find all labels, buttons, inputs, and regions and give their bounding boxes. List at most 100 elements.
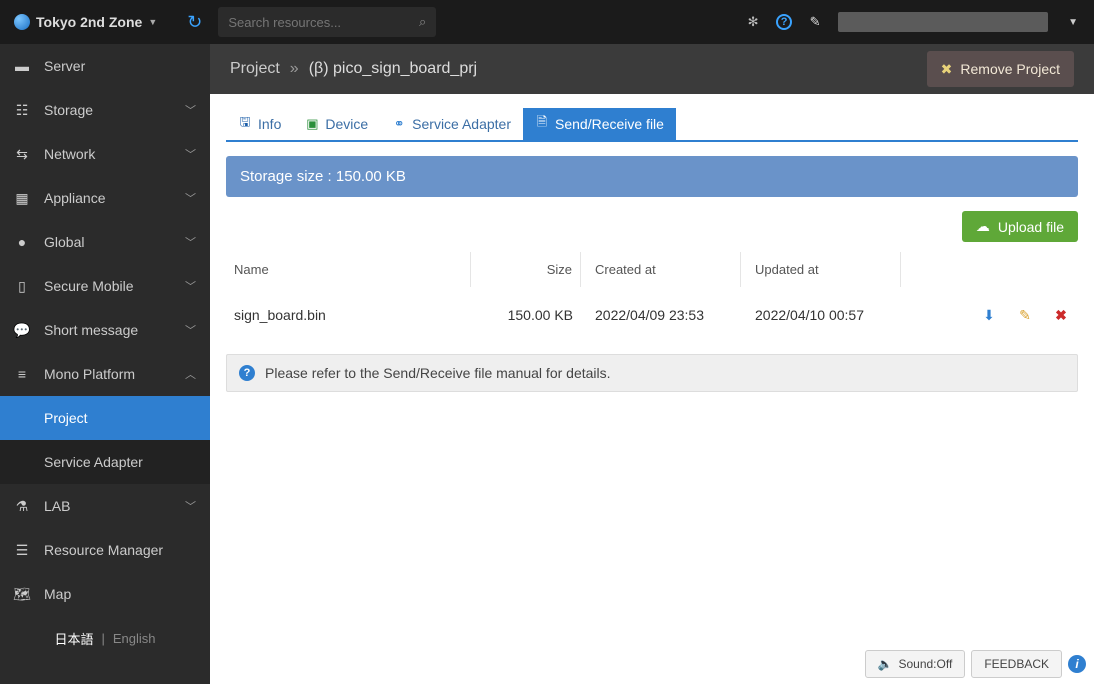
sidebar-item-map[interactable]: 🗺 Map bbox=[0, 572, 210, 616]
sidebar-item-server[interactable]: ▬ Server bbox=[0, 44, 210, 88]
gear-icon[interactable]: ✻ bbox=[744, 13, 762, 31]
storage-icon: ☷ bbox=[14, 102, 30, 118]
account-indicator[interactable] bbox=[838, 12, 1048, 32]
map-icon: 🗺 bbox=[14, 586, 30, 602]
breadcrumb-bar: Project » (β) pico_sign_board_prj ✖ Remo… bbox=[210, 44, 1094, 94]
sidebar-subitem-service-adapter[interactable]: Service Adapter bbox=[0, 440, 210, 484]
global-icon: ● bbox=[14, 234, 30, 250]
sidebar-item-label: Server bbox=[44, 58, 196, 74]
zone-label: Tokyo 2nd Zone bbox=[36, 14, 142, 30]
chevron-down-icon: ﹀ bbox=[185, 234, 196, 250]
sidebar-item-label: LAB bbox=[44, 498, 171, 514]
col-name[interactable]: Name bbox=[226, 252, 471, 287]
sidebar-item-mono-platform[interactable]: ≡Mono Platform︿ bbox=[0, 352, 210, 396]
search-input[interactable] bbox=[228, 15, 419, 30]
globe-icon bbox=[14, 14, 30, 30]
tab-label: Device bbox=[325, 116, 368, 132]
caret-down-icon: ▼ bbox=[148, 17, 157, 27]
sound-toggle-button[interactable]: 🔈 Sound:Off bbox=[865, 650, 966, 678]
upload-file-button[interactable]: ☁ Upload file bbox=[962, 211, 1078, 242]
feedback-button[interactable]: FEEDBACK bbox=[971, 650, 1062, 678]
cloud-upload-icon: ☁ bbox=[976, 218, 990, 235]
lang-en[interactable]: English bbox=[113, 631, 156, 646]
top-bar: Tokyo 2nd Zone ▼ ↻ ⌕ ✻ ? ✎ ▼ bbox=[0, 0, 1094, 44]
info-tab-icon: 🖫 bbox=[238, 117, 252, 131]
lab-icon: ⚗ bbox=[14, 498, 30, 514]
info-text: Please refer to the Send/Receive file ma… bbox=[265, 365, 611, 381]
tab-label: Info bbox=[258, 116, 281, 132]
sidebar-item-short-message[interactable]: 💬Short message﹀ bbox=[0, 308, 210, 352]
chevron-up-icon: ︿ bbox=[185, 366, 196, 382]
breadcrumb-current: (β) pico_sign_board_prj bbox=[309, 60, 477, 78]
sidebar-item-global[interactable]: ● Global ﹀ bbox=[0, 220, 210, 264]
help-icon[interactable]: ? bbox=[776, 14, 792, 30]
sidebar-item-label: Storage bbox=[44, 102, 171, 118]
sidebar-item-appliance[interactable]: ▦Appliance﹀ bbox=[0, 176, 210, 220]
remove-label: Remove Project bbox=[960, 61, 1060, 77]
tabs: 🖫 Info ▣ Device ⚭ Service Adapter 🗎 Send/Receiv… bbox=[226, 108, 1078, 142]
table-row: sign_board.bin150.00 KB2022/04/09 23:532… bbox=[226, 287, 1078, 342]
upload-label: Upload file bbox=[998, 219, 1064, 235]
tab-device[interactable]: ▣ Device bbox=[293, 108, 380, 140]
sidebar-item-secure-mobile[interactable]: ▯ Secure Mobile ﹀ bbox=[0, 264, 210, 308]
sidebar-item-label: Resource Manager bbox=[44, 542, 196, 558]
sidebar-item-label: Short message bbox=[44, 322, 171, 338]
feather-icon[interactable]: ✎ bbox=[806, 13, 824, 31]
tab-label: Service Adapter bbox=[412, 116, 511, 132]
chevron-down-icon: ﹀ bbox=[185, 146, 196, 162]
breadcrumb-root[interactable]: Project bbox=[230, 60, 280, 78]
col-created[interactable]: Created at bbox=[581, 252, 741, 287]
remove-project-button[interactable]: ✖ Remove Project bbox=[927, 51, 1074, 87]
edit-icon[interactable]: ✎ bbox=[1016, 306, 1034, 324]
col-size[interactable]: Size bbox=[471, 252, 581, 287]
zone-selector[interactable]: Tokyo 2nd Zone ▼ bbox=[0, 14, 171, 30]
account-caret-icon: ▼ bbox=[1068, 17, 1078, 28]
network-icon: ⇆ bbox=[14, 146, 30, 162]
mono-platform-icon: ≡ bbox=[14, 366, 30, 382]
info-box: ? Please refer to the Send/Receive file … bbox=[226, 354, 1078, 392]
chevron-down-icon: ﹀ bbox=[185, 278, 196, 294]
tab-service-adapter[interactable]: ⚭ Service Adapter bbox=[380, 108, 523, 140]
resource-manager-icon: ☰ bbox=[14, 542, 30, 558]
sidebar-item-storage[interactable]: ☷ Storage ﹀ bbox=[0, 88, 210, 132]
file-tab-icon: 🗎 bbox=[535, 117, 549, 131]
col-updated[interactable]: Updated at bbox=[741, 252, 901, 287]
chevron-down-icon: ﹀ bbox=[185, 498, 196, 514]
short-message-icon: 💬 bbox=[14, 322, 30, 338]
info-button[interactable]: i bbox=[1068, 655, 1086, 673]
chevron-down-icon: ﹀ bbox=[185, 102, 196, 118]
lang-jp[interactable]: 日本語 bbox=[54, 629, 93, 648]
cell-size: 150.00 KB bbox=[471, 299, 581, 331]
storage-size-banner: Storage size : 150.00 KB bbox=[226, 156, 1078, 197]
bottom-bar: 🔈 Sound:Off FEEDBACK i bbox=[865, 650, 1086, 678]
tab-send-receive-file[interactable]: 🗎 Send/Receive file bbox=[523, 108, 676, 140]
refresh-button[interactable]: ↻ bbox=[171, 12, 218, 33]
sidebar-item-resource-manager[interactable]: ☰ Resource Manager bbox=[0, 528, 210, 572]
info-icon: ? bbox=[239, 365, 255, 381]
sidebar-item-network[interactable]: ⇆Network﹀ bbox=[0, 132, 210, 176]
cell-name: sign_board.bin bbox=[226, 299, 471, 331]
tab-label: Send/Receive file bbox=[555, 116, 664, 132]
sidebar-item-lab[interactable]: ⚗ LAB ﹀ bbox=[0, 484, 210, 528]
sidebar-item-label: Global bbox=[44, 234, 171, 250]
secure-mobile-icon: ▯ bbox=[14, 278, 30, 294]
files-table: Name Size Created at Updated at sign_boa… bbox=[226, 252, 1078, 342]
col-actions bbox=[901, 260, 1078, 280]
sidebar-subitem-project[interactable]: Project bbox=[0, 396, 210, 440]
content-area: Project » (β) pico_sign_board_prj ✖ Remo… bbox=[210, 44, 1094, 684]
download-icon[interactable]: ⬇ bbox=[980, 306, 998, 324]
sidebar-item-label: Secure Mobile bbox=[44, 278, 171, 294]
server-icon: ▬ bbox=[14, 58, 30, 74]
sidebar: ▬Server☷Storage﹀⇆Network﹀▦Appliance﹀●Glo… bbox=[0, 44, 210, 684]
sidebar-item-label: Map bbox=[44, 586, 196, 602]
search-box[interactable]: ⌕ bbox=[218, 7, 436, 37]
cell-updated: 2022/04/10 00:57 bbox=[741, 299, 901, 331]
tab-info[interactable]: 🖫 Info bbox=[226, 108, 293, 140]
cell-created: 2022/04/09 23:53 bbox=[581, 299, 741, 331]
delete-icon[interactable]: ✖ bbox=[1052, 306, 1070, 324]
search-icon: ⌕ bbox=[419, 14, 426, 30]
table-header: Name Size Created at Updated at bbox=[226, 252, 1078, 287]
device-tab-icon: ▣ bbox=[305, 117, 319, 131]
service-adapter-tab-icon: ⚭ bbox=[392, 117, 406, 131]
cell-actions: ⬇ ✎ ✖ bbox=[901, 298, 1078, 332]
